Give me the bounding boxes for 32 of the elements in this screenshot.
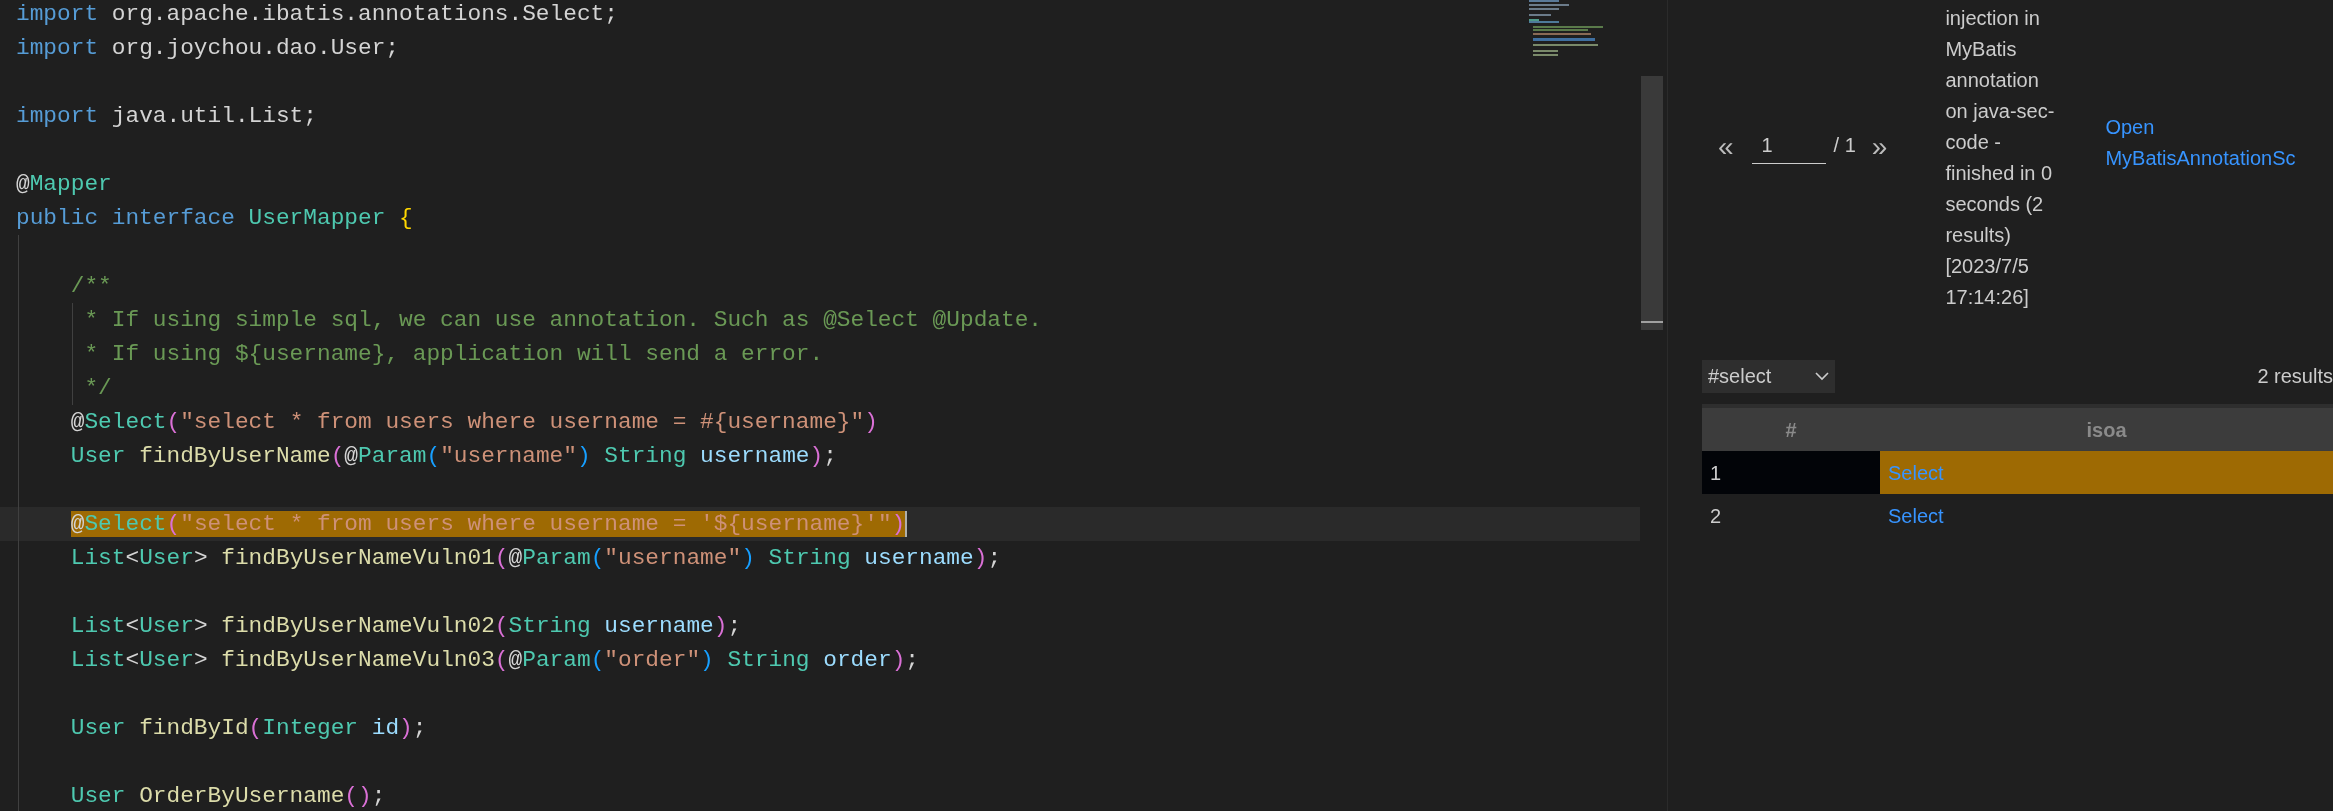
code-line: import org.joychou.dao.User; <box>16 35 400 61</box>
status-message: injection in MyBatis annotation on java-sec-code - finished in 0 seconds (2 results) [2023/7/5 17:14:26] <box>1945 6 2056 310</box>
next-page-button[interactable]: » <box>1871 126 1888 168</box>
select-link[interactable]: Select <box>1888 504 1944 527</box>
code-line: import java.util.List; <box>16 103 317 129</box>
code-line: User findByUserName(@Param("username") String username); <box>69 443 837 469</box>
code-line: /** <box>69 273 112 299</box>
code-line: @Mapper <box>16 171 112 197</box>
row-number-cell: 1 <box>1702 451 1880 494</box>
scrollbar-thumb[interactable] <box>1641 76 1663 330</box>
code-line: List<User> findByUserNameVuln03(@Param("order") String order); <box>69 647 919 673</box>
code-line: public interface UserMapper { <box>16 205 413 231</box>
column-header[interactable]: isoa <box>1880 406 2333 451</box>
code-line: User OrderByUsername(); <box>69 783 386 809</box>
code-line: * If using ${username}, application will send a error. <box>83 341 824 367</box>
code-line: */ <box>83 375 112 401</box>
code-line: List<User> findByUserNameVuln01(@Param("username") String username); <box>69 545 1002 571</box>
page-total: / 1 <box>1833 133 1856 158</box>
column-header[interactable]: # <box>1702 406 1880 451</box>
previous-page-button[interactable]: « <box>1718 126 1734 168</box>
code-line: User findById(Integer id); <box>69 715 427 741</box>
code-line: import org.apache.ibatis.annotations.Select; <box>16 1 618 27</box>
open-link[interactable]: Open MyBatisAnnotationSc <box>2105 112 2321 174</box>
text-cursor <box>905 511 908 537</box>
result-count: 2 results <box>2257 364 2333 389</box>
chevron-down-icon <box>1815 371 1829 381</box>
result-set-dropdown[interactable]: #select <box>1702 359 1835 393</box>
code-line: @Select("select * from users where username = #{username}") <box>69 409 878 435</box>
code-line: * If using simple sql, we can use annotation. Such as @Select @Update. <box>83 307 1043 333</box>
row-number-cell: 2 <box>1702 494 1880 537</box>
page-field[interactable]: 1 <box>1751 127 1826 164</box>
code-line: List<User> findByUserNameVuln02(String username); <box>69 613 742 639</box>
